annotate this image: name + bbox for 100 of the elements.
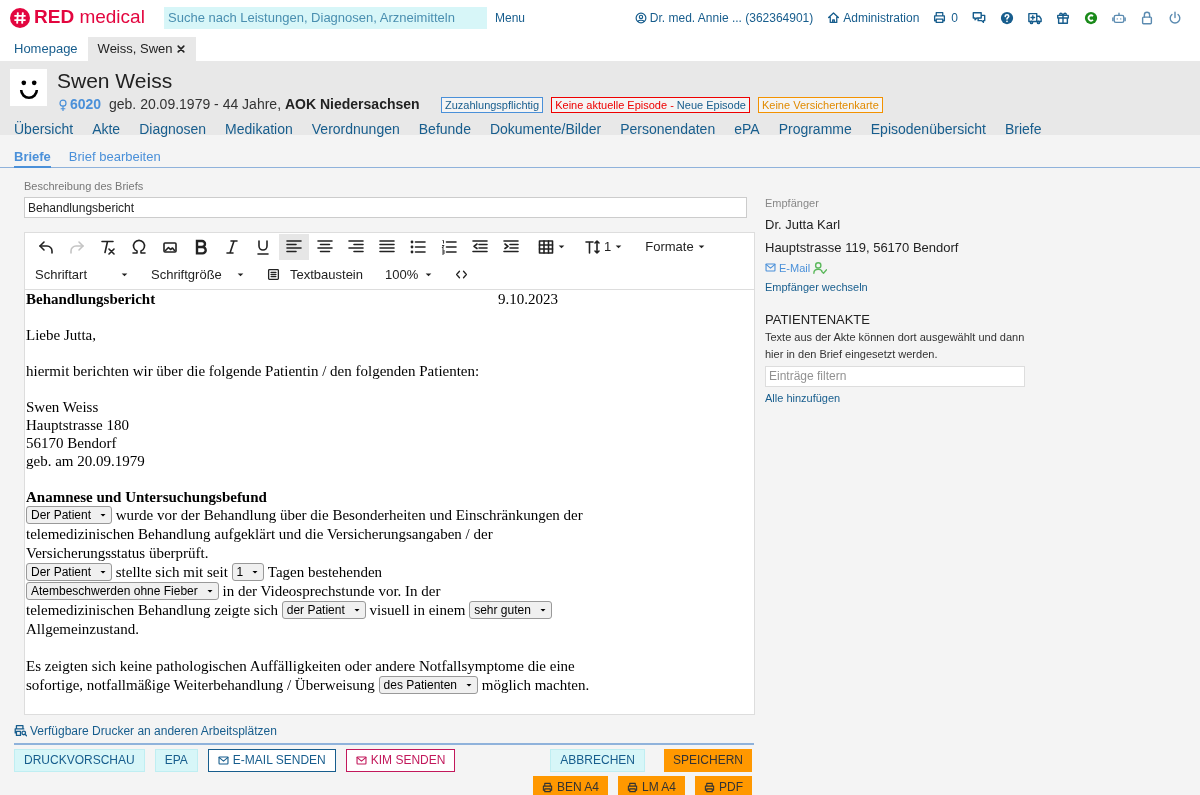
toolbar-dropdown[interactable]: Schriftart [35, 264, 129, 285]
letter-text: visuell in einem [368, 601, 467, 619]
bullet-list-icon [410, 238, 426, 255]
line-height-button[interactable]: 1 [578, 233, 631, 260]
code-icon [455, 268, 468, 281]
action-button[interactable]: EPA [154, 748, 198, 772]
field-label: Beschreibung des Briefs [24, 179, 145, 194]
letter-text: telemedizinischen Behandlung zeigte sich [26, 601, 279, 619]
printer-icon [541, 781, 553, 793]
nav-link[interactable]: ePA [734, 119, 760, 140]
letter-text: Es zeigten sich keine pathologischen Auffälligkeiten oder andere Notfallsymptome die eine [26, 657, 575, 675]
action-button[interactable]: ABBRECHEN [550, 748, 645, 772]
action-button[interactable]: E-MAIL SENDEN [207, 748, 336, 772]
text-block-button[interactable]: Textbaustein [267, 264, 363, 285]
toolbar-dropdown[interactable]: Schriftgröße [151, 264, 245, 285]
nav-link[interactable]: Akte [92, 119, 121, 140]
caret-icon [236, 270, 245, 279]
patient-tab[interactable]: Homepage [4, 37, 88, 61]
action-button[interactable]: KIM SENDEN [345, 748, 456, 772]
nav-link[interactable]: Übersicht [14, 119, 74, 140]
power-icon[interactable] [1168, 10, 1182, 25]
choice-dropdown[interactable]: sehr guten [469, 601, 552, 619]
caret-icon [614, 242, 624, 251]
nav-link[interactable]: Personendaten [620, 119, 716, 140]
caret-icon [251, 568, 260, 576]
caret-icon [352, 606, 361, 614]
mail-icon [765, 262, 776, 274]
lock-icon[interactable] [1140, 10, 1154, 25]
action-button[interactable]: DRUCKVORSCHAU [14, 748, 145, 772]
align-right-icon [348, 238, 364, 255]
print-button[interactable]: BEN A4 [532, 775, 608, 795]
patient-tab[interactable]: Weiss, Swen [87, 37, 196, 61]
letter-line: geb. am 20.09.1979 [26, 451, 146, 470]
nav-link[interactable]: Dokumente/Bilder [489, 119, 602, 140]
formats-dropdown[interactable]: Formate [635, 233, 713, 260]
printer-icon [626, 781, 638, 793]
print-queue-button[interactable]: 0 [933, 8, 958, 27]
help-text: Texte aus der Akte können dort ausgewählt und dann hier in den Brief eingesetzt werden. [765, 330, 1026, 362]
bold-icon [193, 238, 209, 255]
caret-icon [99, 568, 108, 576]
ambulance-icon[interactable] [1028, 10, 1042, 25]
underline-icon [255, 238, 271, 255]
search-field[interactable]: Suche nach Leistungen, Diagnosen, Arzneimitteln [164, 6, 487, 29]
choice-dropdown[interactable]: der Patient [281, 601, 366, 619]
align-left-button[interactable] [279, 233, 309, 260]
choice-dropdown[interactable]: des Patienten [378, 676, 478, 694]
printer-icon [704, 781, 715, 793]
recipient-address: Hauptstrasse 119, 56170 Bendorf [765, 239, 960, 257]
nav-link[interactable]: Briefe [1004, 119, 1042, 140]
gift-icon[interactable] [1056, 10, 1070, 25]
omega-icon [131, 238, 147, 255]
align-center-icon [317, 238, 333, 255]
status-badge: Zuzahlungspflichtig [441, 96, 544, 113]
close-icon[interactable] [175, 44, 186, 54]
chat-icon[interactable] [972, 10, 986, 25]
user-link[interactable]: Dr. med. Annie ... (362364901) [634, 8, 814, 27]
choice-dropdown[interactable]: 1 [231, 563, 265, 581]
caret-icon [424, 270, 433, 279]
justify-icon [379, 238, 395, 255]
print-button[interactable]: LM A4 [617, 775, 685, 795]
letter-line: Liebe Jutta, [26, 325, 97, 344]
robot-icon[interactable] [1112, 10, 1126, 25]
caret-icon [205, 587, 214, 595]
administration-link[interactable]: Administration [827, 8, 920, 27]
nav-link[interactable]: Befunde [418, 119, 471, 140]
nav-link[interactable]: Episodenübersicht [870, 119, 986, 140]
nav-link[interactable]: Programme [778, 119, 852, 140]
letter-line: 56170 Bendorf [26, 433, 118, 452]
letter-line: Swen Weiss [26, 397, 100, 416]
letter-text: Tagen bestehenden [266, 563, 383, 581]
insurance-name: AOK Niedersachsen [285, 95, 421, 114]
line-height-icon [585, 238, 601, 255]
logo-icon [10, 7, 30, 28]
change-recipient-link[interactable]: Empfänger wechseln [765, 279, 868, 296]
action-button[interactable]: SPEICHERN [664, 748, 752, 772]
add-all-link[interactable]: Alle hinzufügen [765, 390, 841, 407]
description-field[interactable]: Behandlungsbericht [24, 197, 747, 218]
letter-text: wurde vor der Behandlung über die Besonderheiten und Einschränkungen der [114, 506, 583, 524]
print-button[interactable]: PDF [695, 775, 752, 795]
letter-text: Versicherungsstatus überprüft. [26, 544, 209, 562]
filter-field[interactable]: Einträge filtern [765, 365, 1025, 387]
menu-link[interactable]: Menu [495, 8, 526, 27]
nav-link[interactable]: Medikation [225, 119, 293, 140]
mail-icon [355, 754, 367, 766]
choice-dropdown[interactable]: Der Patient [26, 563, 113, 581]
printers-link[interactable]: Verfügbare Drucker an anderen Arbeitsplätzen [14, 721, 277, 740]
numbered-list-icon [441, 238, 457, 255]
choice-dropdown[interactable]: Der Patient [26, 506, 113, 524]
toolbar-dropdown[interactable]: 100% [385, 264, 433, 285]
letter-text: telemedizinischen Behandlung aufgeklärt und die Versicherungsangaben / der [26, 525, 493, 543]
status-icon[interactable] [1084, 10, 1098, 25]
mail-icon [217, 754, 229, 766]
nav-link[interactable]: Verordnungen [311, 119, 400, 140]
help-icon[interactable] [1000, 10, 1014, 25]
letter-title: Behandlungsbericht [26, 289, 157, 308]
letter-text: möglich machten. [480, 676, 590, 694]
user-icon [634, 11, 647, 24]
nav-link[interactable]: Diagnosen [139, 119, 207, 140]
choice-dropdown[interactable]: Atembeschwerden ohne Fieber [26, 582, 219, 600]
patient-name: Swen Weiss [57, 69, 174, 93]
